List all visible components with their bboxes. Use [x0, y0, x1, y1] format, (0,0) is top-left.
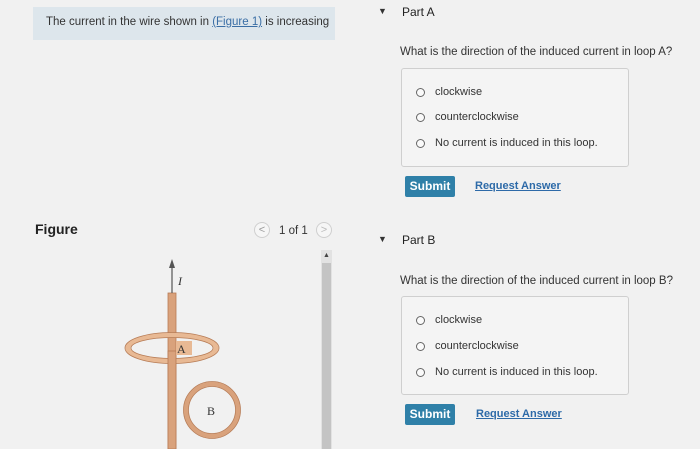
figure-pager: 1 of 1 [279, 225, 308, 237]
part-a-title[interactable]: Part A [402, 5, 435, 19]
part-b-submit-button[interactable]: Submit [405, 404, 455, 425]
radio-button[interactable] [416, 341, 425, 351]
part-b-option-no-current[interactable]: No current is induced in this loop. [416, 366, 598, 378]
intro-text-before: The current in the wire shown in [46, 16, 213, 28]
loop-b-label: B [207, 404, 215, 418]
figure-scroll-thumb[interactable] [322, 263, 331, 449]
part-a-collapse-icon[interactable]: ▼ [378, 6, 387, 16]
part-a-option-counterclockwise[interactable]: counterclockwise [416, 111, 519, 123]
part-a-option-clockwise[interactable]: clockwise [416, 86, 482, 98]
problem-intro: The current in the wire shown in (Figure… [33, 7, 335, 40]
radio-button[interactable] [416, 87, 425, 97]
part-a-submit-button[interactable]: Submit [405, 176, 455, 197]
radio-button[interactable] [416, 138, 425, 148]
current-label: I [177, 274, 183, 288]
option-label: No current is induced in this loop. [435, 366, 598, 378]
part-a-request-answer-link[interactable]: Request Answer [475, 180, 561, 192]
part-b-option-clockwise[interactable]: clockwise [416, 314, 482, 326]
figure-heading: Figure [35, 221, 78, 237]
part-b-request-answer-link[interactable]: Request Answer [476, 408, 562, 420]
radio-button[interactable] [416, 112, 425, 122]
intro-text-after: is increasing [262, 16, 330, 28]
option-label: counterclockwise [435, 111, 519, 123]
part-b-question: What is the direction of the induced cur… [400, 275, 673, 287]
next-figure-button[interactable]: > [316, 222, 332, 238]
figure-image: I A B [124, 259, 241, 449]
option-label: counterclockwise [435, 340, 519, 352]
part-b-option-counterclockwise[interactable]: counterclockwise [416, 340, 519, 352]
scroll-up-arrow-icon[interactable]: ▲ [321, 250, 332, 262]
option-label: No current is induced in this loop. [435, 137, 598, 149]
radio-button[interactable] [416, 367, 425, 377]
option-label: clockwise [435, 314, 483, 326]
part-b-title[interactable]: Part B [402, 233, 435, 247]
option-label: clockwise [435, 86, 483, 98]
part-a-question: What is the direction of the induced cur… [400, 46, 673, 58]
radio-button[interactable] [416, 315, 425, 325]
wire-front [167, 350, 177, 449]
figure-link[interactable]: (Figure 1) [212, 16, 262, 28]
current-arrowhead [169, 259, 175, 268]
part-a-option-no-current[interactable]: No current is induced in this loop. [416, 137, 598, 149]
part-b-collapse-icon[interactable]: ▼ [378, 234, 387, 244]
prev-figure-button[interactable]: < [254, 222, 270, 238]
loop-a-label: A [177, 342, 186, 356]
